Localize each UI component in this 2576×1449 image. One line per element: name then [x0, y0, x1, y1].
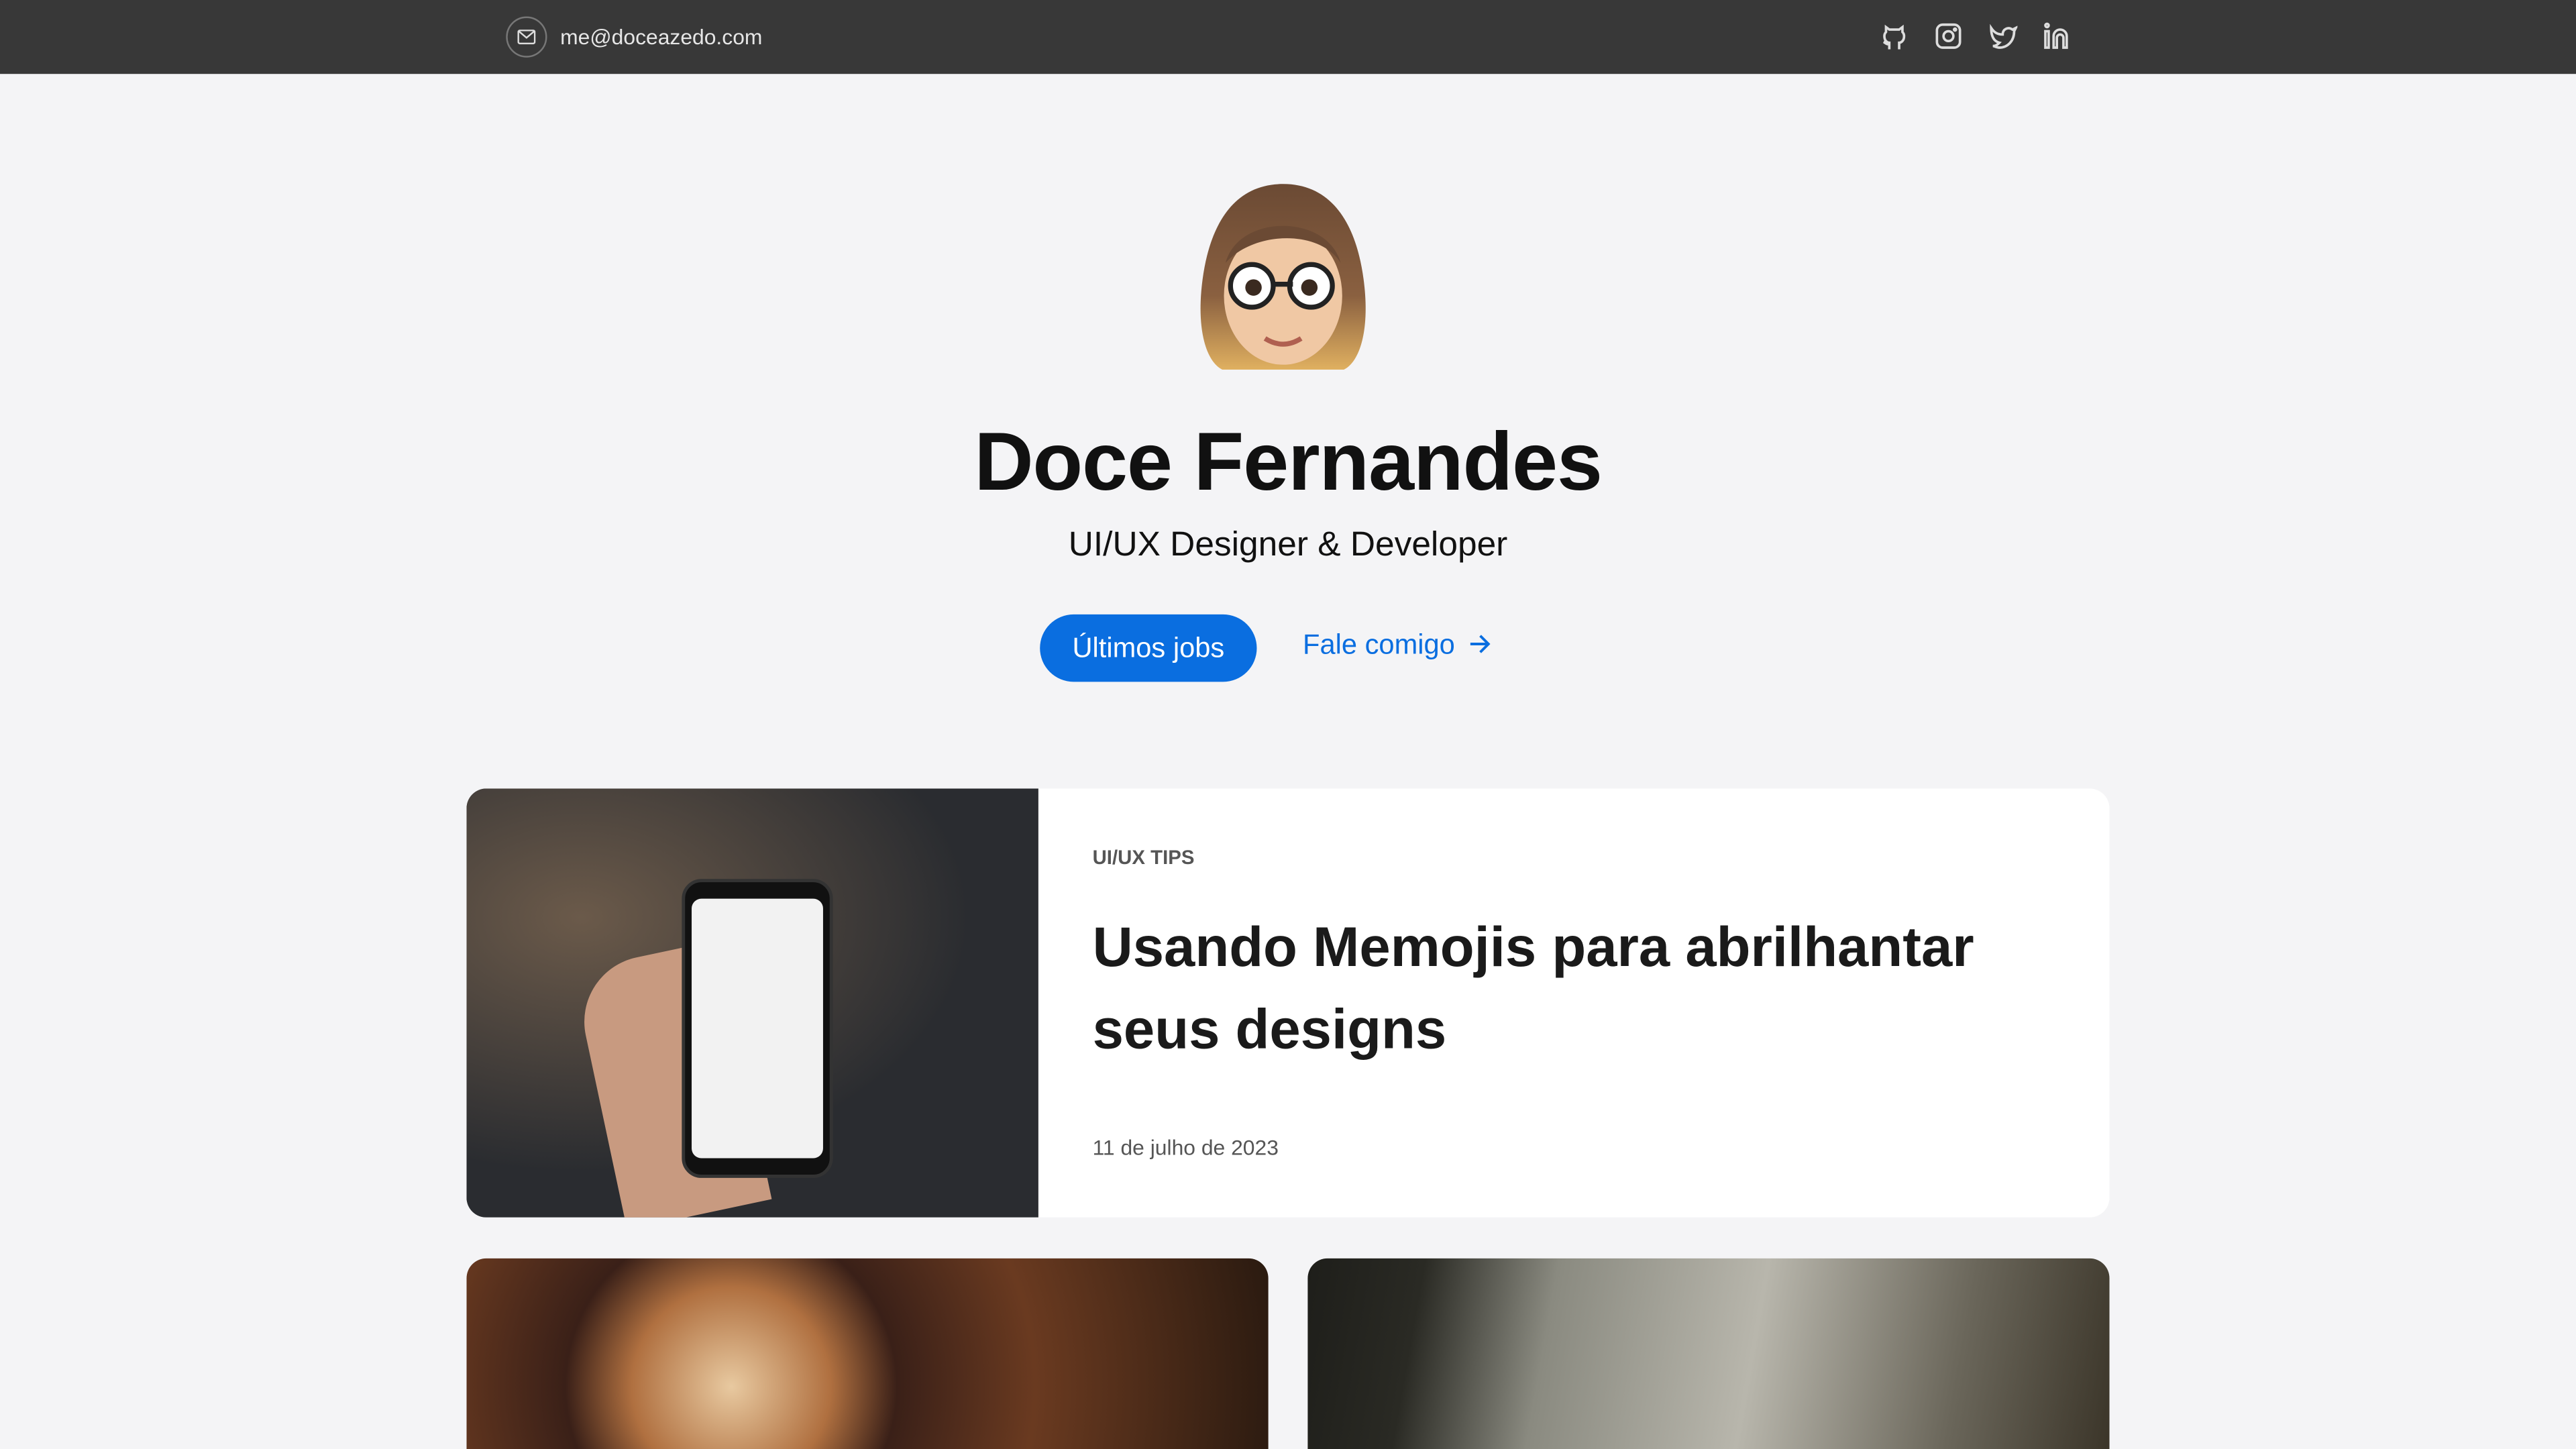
profile-subtitle: UI/UX Designer & Developer: [1068, 525, 1508, 564]
post-card-coffee-image[interactable]: [466, 1258, 1269, 1449]
post-title[interactable]: Usando Memojis para abrilhantar seus des…: [1093, 907, 2045, 1071]
top-bar: me@doceazedo.com: [0, 0, 2576, 74]
linkedin-icon[interactable]: [2042, 21, 2072, 51]
post-category: UI/UX TIPS: [1092, 846, 1195, 869]
email-text: me@doceazedo.com: [560, 24, 763, 50]
contact-link-label: Fale comigo: [1303, 629, 1455, 661]
post-card-building-image[interactable]: [1307, 1258, 2110, 1449]
page: me@doceazedo.com Doce Fernandes UI/UX De…: [0, 0, 2576, 1449]
latest-jobs-button[interactable]: Últimos jobs: [1040, 614, 1257, 682]
post-image-phone-memoji: [466, 788, 1038, 1218]
twitter-icon[interactable]: [1988, 21, 2019, 51]
email-link[interactable]: me@doceazedo.com: [506, 16, 763, 58]
contact-link[interactable]: Fale comigo: [1303, 629, 1491, 662]
featured-post-card[interactable]: UI/UX TIPS Usando Memojis para abrilhant…: [466, 788, 2110, 1218]
post-date: 11 de julho de 2023: [1092, 1135, 1279, 1160]
instagram-icon[interactable]: [1933, 21, 1963, 51]
arrow-right-icon: [1468, 629, 1491, 662]
mail-icon: [506, 16, 547, 58]
memoji-avatar: [1189, 180, 1377, 374]
profile-name: Doce Fernandes: [974, 415, 1603, 508]
github-icon[interactable]: [1880, 21, 1909, 51]
